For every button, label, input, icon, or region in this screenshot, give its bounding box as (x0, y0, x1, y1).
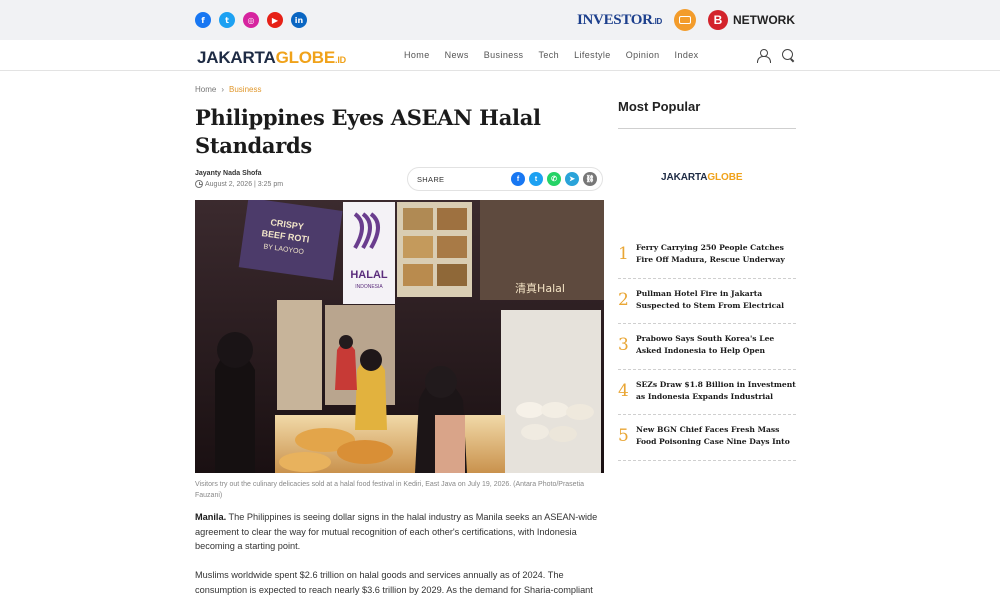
popular-rank: 2 (618, 289, 629, 310)
popular-item[interactable]: 2 Pullman Hotel Fire in Jakarta Suspected… (618, 279, 796, 324)
twitter-icon[interactable]: t (219, 12, 235, 28)
breadcrumb-current[interactable]: Business (229, 85, 261, 94)
share-label: SHARE (417, 174, 445, 184)
nav-item-lifestyle[interactable]: Lifestyle (574, 50, 611, 60)
most-popular-title: Most Popular (618, 99, 701, 114)
popular-item[interactable]: 4 SEZs Draw $1.8 Billion in Investment as… (618, 370, 796, 415)
b-icon: B (708, 10, 728, 30)
logo-main: JAKARTA (197, 48, 276, 67)
site-logo[interactable]: JAKARTAGLOBE.ID (197, 48, 346, 68)
dateline: Manila. (195, 512, 227, 522)
logo-accent: GLOBE (275, 48, 336, 67)
main-navbar: JAKARTAGLOBE.ID Home News Business Tech Life… (0, 40, 1000, 71)
popular-headline[interactable]: SEZs Draw $1.8 Billion in Investment as … (636, 379, 796, 403)
social-links: f t ◎ ▶ in (195, 12, 307, 28)
article-author[interactable]: Jayanty Nada Shofa (195, 170, 262, 177)
nav-item-business[interactable]: Business (484, 50, 524, 60)
investor-logo-suffix: .ID (652, 16, 663, 26)
most-popular-list: 1 Ferry Carrying 250 People Catches Fire … (618, 233, 796, 461)
breadcrumb: Home › Business (195, 85, 261, 94)
tv-icon[interactable] (674, 9, 696, 31)
popular-headline[interactable]: New BGN Chief Faces Fresh Mass Food Pois… (636, 424, 796, 448)
user-icon[interactable] (757, 49, 771, 63)
share-telegram-icon[interactable]: ➤ (565, 172, 579, 186)
popular-rank: 1 (618, 244, 629, 264)
instagram-icon[interactable]: ◎ (243, 12, 259, 28)
nav-menu: Home News Business Tech Lifestyle Opinion Inde… (404, 50, 714, 60)
article-paragraph-1: Manila. The Philippines is seeing dollar… (195, 510, 605, 554)
network-logos: INVESTOR.ID B NETWORK (577, 9, 795, 31)
article-title: Philippines Eyes ASEAN Halal Standards (195, 105, 541, 158)
sidebar-logo-main: JAKARTA (661, 172, 708, 183)
article-paragraph-2: Muslims worldwide spent $2.6 trillion on… (195, 570, 593, 595)
share-twitter-icon[interactable]: t (529, 172, 543, 186)
chevron-right-icon: › (221, 85, 225, 94)
popular-headline[interactable]: Prabowo Says South Korea's Lee Asked Ind… (636, 333, 796, 357)
halal-sign-text: HALAL (350, 269, 388, 281)
svg-text:INDONESIA: INDONESIA (355, 284, 383, 290)
nav-item-tech[interactable]: Tech (538, 50, 559, 60)
paragraph-1-text: The Philippines is seeing dollar signs i… (195, 512, 598, 551)
logo-suffix: .ID (335, 55, 346, 65)
investor-logo-text: INVESTOR (576, 11, 653, 28)
popular-item[interactable]: 3 Prabowo Says South Korea's Lee Asked In… (618, 324, 796, 370)
image-caption: Visitors try out the culinary delicacies… (195, 481, 584, 499)
share-facebook-icon[interactable]: f (511, 172, 525, 186)
article-date-text: August 2, 2026 | 3:25 pm (205, 180, 284, 188)
right-sign-text: 清真Halal (515, 281, 565, 295)
popular-item[interactable]: 1 Ferry Carrying 250 People Catches Fire … (618, 233, 796, 279)
youtube-icon[interactable]: ▶ (267, 12, 283, 28)
nav-item-index[interactable]: Index (675, 50, 699, 60)
share-link-icon[interactable]: ⛓ (583, 172, 597, 186)
search-icon[interactable] (782, 49, 795, 62)
top-bar: f t ◎ ▶ in INVESTOR.ID B NETWORK (0, 0, 1000, 40)
article-hero-image: CRISPY BEEF ROTI BY LAOYOO HALAL INDONES… (195, 200, 604, 473)
b-network-label: NETWORK (733, 13, 795, 27)
popular-rank: 3 (618, 335, 629, 355)
popular-item[interactable]: 5 New BGN Chief Faces Fresh Mass Food Poi… (618, 415, 796, 461)
sidebar-logo-accent: GLOBE (707, 172, 743, 183)
hero-illustration: CRISPY BEEF ROTI BY LAOYOO HALAL INDONES… (195, 200, 604, 473)
share-icons: f t ✆ ➤ ⛓ (511, 172, 597, 186)
share-whatsapp-icon[interactable]: ✆ (547, 172, 561, 186)
linkedin-icon[interactable]: in (291, 12, 307, 28)
nav-item-home[interactable]: Home (404, 50, 430, 60)
sidebar-logo[interactable]: JAKARTAGLOBE (661, 172, 743, 183)
breadcrumb-home[interactable]: Home (195, 85, 216, 94)
divider (618, 128, 796, 129)
popular-headline[interactable]: Ferry Carrying 250 People Catches Fire O… (636, 242, 796, 266)
popular-rank: 5 (618, 426, 629, 446)
nav-item-news[interactable]: News (445, 50, 469, 60)
b-network-logo[interactable]: B NETWORK (708, 10, 795, 30)
share-bar: SHARE f t ✆ ➤ ⛓ (407, 167, 603, 191)
facebook-icon[interactable]: f (195, 12, 211, 28)
article-date: August 2, 2026 | 3:25 pm (195, 180, 283, 188)
nav-item-opinion[interactable]: Opinion (626, 50, 660, 60)
popular-headline[interactable]: Pullman Hotel Fire in Jakarta Suspected … (636, 288, 796, 312)
investor-logo[interactable]: INVESTOR.ID (577, 12, 662, 29)
nav-icons (757, 49, 795, 63)
popular-rank: 4 (618, 380, 629, 401)
clock-icon (195, 180, 203, 188)
